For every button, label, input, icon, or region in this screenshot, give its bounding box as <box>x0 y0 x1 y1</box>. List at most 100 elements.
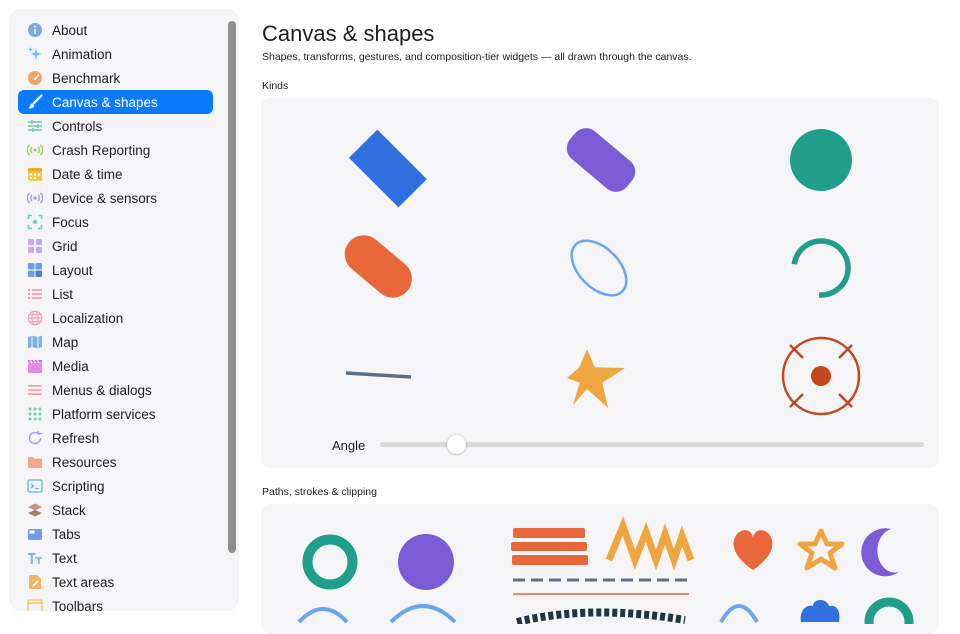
cloud-shape <box>800 600 840 622</box>
sidebar-item-map[interactable]: Map <box>18 330 213 354</box>
shape-cell <box>263 320 493 430</box>
sidebar-item-label: Resources <box>52 454 117 470</box>
sidebar-item-label: Tabs <box>52 526 81 542</box>
sidebar-item-label: Localization <box>52 310 124 326</box>
zigzag-shape <box>605 516 695 571</box>
sidebar-item-canvas-shapes[interactable]: Canvas & shapes <box>18 90 213 114</box>
sidebar-item-media[interactable]: Media <box>18 354 213 378</box>
sidebar-item-label: Canvas & shapes <box>52 94 158 110</box>
rotated-rounded-rectangle-shape <box>566 128 636 192</box>
text-icon <box>27 550 43 566</box>
map-icon <box>27 334 43 350</box>
circle-shape <box>790 129 852 191</box>
sidebar-item-refresh[interactable]: Refresh <box>18 426 213 450</box>
clipped-circle-shape <box>398 534 454 590</box>
dashed-arc-shape <box>516 608 686 624</box>
paths-canvas <box>297 516 914 624</box>
sidebar-item-benchmark[interactable]: Benchmark <box>18 66 213 90</box>
calendar-icon <box>27 166 43 182</box>
sidebar-item-toolbars[interactable]: Toolbars <box>18 594 213 611</box>
sidebar-item-label: Crash Reporting <box>52 142 151 158</box>
shape-cell <box>263 212 493 322</box>
refresh-icon <box>27 430 43 446</box>
sidebar-item-stack[interactable]: Stack <box>18 498 213 522</box>
globe-icon <box>27 310 43 326</box>
page-subtitle: Shapes, transforms, gestures, and compos… <box>262 51 692 63</box>
sensor-icon <box>27 190 43 206</box>
sidebar-item-platform-services[interactable]: Platform services <box>18 402 213 426</box>
sidebar-item-label: Focus <box>52 214 89 230</box>
sidebar-item-tabs[interactable]: Tabs <box>18 522 213 546</box>
sidebar-item-label: Animation <box>52 46 113 62</box>
sidebar-item-date-time[interactable]: Date & time <box>18 162 213 186</box>
sidebar-item-layout[interactable]: Layout <box>18 258 213 282</box>
sliders-icon <box>27 118 43 134</box>
sidebar-item-crash-reporting[interactable]: Crash Reporting <box>18 138 213 162</box>
grid-icon <box>27 238 43 254</box>
sidebar-item-label: Device & sensors <box>52 190 158 206</box>
shape-cell <box>707 104 937 214</box>
sidebar-item-menus-dialogs[interactable]: Menus & dialogs <box>18 378 213 402</box>
sidebar-item-scripting[interactable]: Scripting <box>18 474 213 498</box>
shape-cell <box>707 320 937 430</box>
shape-cell <box>263 104 493 214</box>
sidebar-item-label: Layout <box>52 262 93 278</box>
shape-cell <box>485 104 715 214</box>
sidebar-item-animation[interactable]: Animation <box>18 42 213 66</box>
sidebar-item-about[interactable]: About <box>18 18 213 42</box>
terminal-icon <box>27 478 43 494</box>
gauge-icon <box>27 70 43 86</box>
folder-icon <box>27 454 43 470</box>
sidebar-item-label: Scripting <box>52 478 105 494</box>
sidebar-item-label: Date & time <box>52 166 123 182</box>
arc-shape <box>791 238 851 298</box>
main-content: Canvas & shapes Shapes, transforms, gest… <box>261 0 942 634</box>
sidebar-item-label: Benchmark <box>52 70 121 86</box>
sidebar-item-focus[interactable]: Focus <box>18 210 213 234</box>
sidebar-item-text[interactable]: Text <box>18 546 213 570</box>
capsule-shape <box>344 235 412 298</box>
ring-shape <box>864 597 914 624</box>
sidebar-item-controls[interactable]: Controls <box>18 114 213 138</box>
paintbrush-icon <box>27 94 43 110</box>
sidebar-item-localization[interactable]: Localization <box>18 306 213 330</box>
sidebar-item-label: Refresh <box>52 430 100 446</box>
text-area-icon <box>27 574 43 590</box>
kinds-section-label: Kinds <box>262 80 289 92</box>
paths-section-label: Paths, strokes & clipping <box>262 486 377 498</box>
sidebar-item-label: Controls <box>52 118 103 134</box>
dots-grid-icon <box>27 406 43 422</box>
sidebar-scrollbar[interactable] <box>226 19 236 609</box>
sidebar-item-device-sensors[interactable]: Device & sensors <box>18 186 213 210</box>
sidebar-item-label: Text <box>52 550 77 566</box>
sidebar-item-label: Toolbars <box>52 598 104 612</box>
target-center-dot <box>811 366 831 386</box>
stack-icon <box>27 502 43 518</box>
wave-shape <box>297 607 349 624</box>
sidebar-item-label: Map <box>52 334 79 350</box>
focus-icon <box>27 214 43 230</box>
sidebar-item-resources[interactable]: Resources <box>18 450 213 474</box>
stroke-bars-shape <box>511 528 588 565</box>
sidebar-item-grid[interactable]: Grid <box>18 234 213 258</box>
sidebar: About Animation Benchmark Canvas & shape… <box>9 9 239 611</box>
sidebar-item-text-areas[interactable]: Text areas <box>18 570 213 594</box>
shape-cell <box>707 212 937 322</box>
sidebar-item-label: List <box>52 286 74 302</box>
sidebar-item-label: Text areas <box>52 574 115 590</box>
kinds-card: Angle <box>261 98 939 468</box>
film-icon <box>27 358 43 374</box>
toolbar-icon <box>27 598 43 611</box>
sidebar-item-label: About <box>52 22 88 38</box>
shape-cell <box>485 320 715 430</box>
menu-icon <box>27 382 43 398</box>
sidebar-item-label: Grid <box>52 238 78 254</box>
angle-slider-thumb[interactable] <box>446 435 466 454</box>
sidebar-item-list[interactable]: List <box>18 282 213 306</box>
sidebar-list: About Animation Benchmark Canvas & shape… <box>18 18 213 611</box>
info-icon <box>27 22 43 38</box>
shape-cell <box>485 212 715 322</box>
sidebar-item-label: Menus & dialogs <box>52 382 152 398</box>
sidebar-scrollbar-thumb[interactable] <box>228 21 236 553</box>
sparkles-icon <box>27 46 43 62</box>
